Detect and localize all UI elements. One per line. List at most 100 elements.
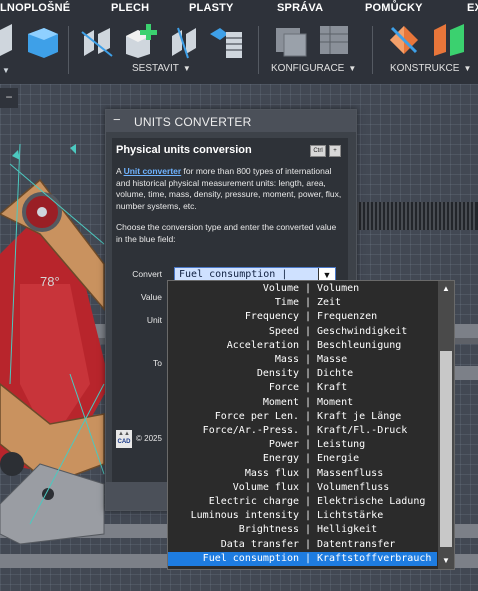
dropdown-option[interactable]: Mass | Masse	[168, 353, 437, 367]
option-german-label: Lichtstärke	[317, 510, 384, 522]
dropdown-option[interactable]: Speed | Geschwindigkeit	[168, 325, 437, 339]
choose-instructions: Choose the conversion type and enter the…	[116, 222, 337, 244]
option-english-label: Mass flux	[244, 467, 299, 479]
dropdown-option[interactable]: Fuel consumption | Kraftstoffverbrauch	[168, 551, 437, 566]
option-german-label: Geschwindigkeit	[317, 325, 408, 337]
option-german-label: Elektrische Ladung	[317, 496, 426, 507]
plus-key-button[interactable]: +	[329, 145, 341, 157]
group-konstrukce[interactable]: KONSTRUKCE ▼	[390, 63, 471, 74]
tab-lnoplosne[interactable]: LNOPLOŠNÉ	[0, 2, 70, 14]
option-english-label: Force/Ar.-Press.	[202, 425, 299, 436]
dropdown-option[interactable]: Luminous intensity | Lichtstärke	[168, 509, 437, 523]
option-english-label: Force	[268, 382, 299, 394]
configuration-table-icon[interactable]	[318, 24, 352, 58]
scrollbar-thumb[interactable]	[440, 351, 452, 547]
to-label: To	[153, 358, 162, 368]
ribbon-divider	[68, 26, 69, 74]
configuration-icon[interactable]	[274, 24, 308, 58]
option-separator: |	[305, 439, 312, 451]
dropdown-option[interactable]: Force per Len. | Kraft je Länge	[168, 410, 437, 424]
option-english-label: Data transfer	[220, 538, 299, 550]
option-german-label: Frequenzen	[317, 311, 378, 323]
insert-component-icon[interactable]	[124, 22, 160, 58]
minimize-icon[interactable]: −	[113, 112, 121, 127]
dropdown-option[interactable]: Mass flux | Massenfluss	[168, 467, 437, 481]
conversion-type-dropdown: Volume | Volumen Time | Zeit Frequency | Frequen…	[167, 280, 455, 570]
tab-plasty[interactable]: PLASTY	[189, 2, 234, 14]
ribbon-toolbar: LNOPLOŠNÉ PLECH PLASTY SPRÁVA POMŮCKY EX…	[0, 0, 478, 84]
option-separator: |	[305, 283, 312, 294]
assembly-hinge-icon[interactable]	[80, 26, 116, 60]
dropdown-option[interactable]: Data transfer | Datentransfer	[168, 538, 437, 552]
construction-icon[interactable]	[386, 22, 422, 58]
dropdown-option[interactable]: Energy | Energie	[168, 452, 437, 466]
scroll-down-icon[interactable]: ▼	[438, 553, 454, 569]
caret-down-icon[interactable]: ▼	[2, 66, 10, 75]
option-separator: |	[305, 425, 312, 436]
convert-label: Convert	[132, 269, 162, 279]
option-english-label: Electric charge	[208, 496, 299, 507]
option-separator: |	[305, 354, 312, 365]
option-separator: |	[305, 552, 312, 564]
unit-converter-link[interactable]: Unit converter	[124, 166, 182, 176]
angle-label: 78°	[40, 274, 60, 289]
dropdown-option[interactable]: Volume | Volumen	[168, 282, 437, 296]
panel-heading: Physical units conversion	[116, 144, 252, 156]
option-english-label: Acceleration	[226, 339, 299, 351]
option-separator: |	[305, 538, 312, 550]
option-german-label: Massenfluss	[317, 467, 384, 479]
option-english-label: Volume flux	[232, 481, 299, 493]
ribbon-tabs: LNOPLOŠNÉ PLECH PLASTY SPRÁVA POMŮCKY EX	[0, 0, 478, 18]
dropdown-option[interactable]: Time | Zeit	[168, 296, 437, 310]
dropdown-option[interactable]: Density | Dichte	[168, 367, 437, 381]
option-german-label: Volumenfluss	[317, 481, 390, 493]
dropdown-option[interactable]: Force | Kraft	[168, 381, 437, 395]
dropdown-scrollbar[interactable]: ▲ ▼	[438, 281, 454, 569]
option-german-label: Leistung	[317, 439, 366, 451]
tab-pomucky[interactable]: POMŮCKY	[365, 2, 423, 14]
option-german-label: Datentransfer	[317, 538, 396, 550]
option-separator: |	[305, 396, 312, 408]
scroll-up-icon[interactable]: ▲	[438, 281, 454, 297]
group-sestavit[interactable]: SESTAVIT ▼	[132, 63, 191, 74]
option-separator: |	[305, 297, 312, 309]
part-cube-icon[interactable]	[0, 24, 62, 60]
option-german-label: Kraft je Länge	[317, 410, 402, 422]
value-label: Value	[140, 292, 162, 302]
option-separator: |	[305, 325, 312, 337]
tab-sprava[interactable]: SPRÁVA	[277, 2, 323, 14]
option-separator: |	[305, 410, 312, 422]
copyright-text: © 2025	[136, 434, 162, 443]
group-konfigurace[interactable]: KONFIGURACE ▼	[271, 63, 356, 74]
option-english-label: Mass	[274, 354, 299, 365]
option-english-label: Density	[256, 368, 299, 380]
option-separator: |	[305, 510, 312, 522]
option-separator: |	[305, 339, 312, 351]
dropdown-option[interactable]: Brightness | Helligkeit	[168, 523, 437, 537]
dropdown-option[interactable]: Electric charge | Elektrische Ladung	[168, 495, 437, 509]
option-german-label: Moment	[317, 396, 354, 408]
option-english-label: Brightness	[238, 524, 299, 536]
construction-parts-icon[interactable]	[432, 22, 468, 58]
dropdown-option[interactable]: Force/Ar.-Press. | Kraft/Fl.-Druck	[168, 424, 437, 438]
unit-label: Unit	[146, 315, 162, 325]
dropdown-option[interactable]: Power | Leistung	[168, 438, 437, 452]
dropdown-option[interactable]: Acceleration | Beschleunigung	[168, 339, 437, 353]
panel-collapse-button[interactable]: −	[0, 88, 18, 108]
mate-icon[interactable]	[168, 26, 200, 60]
option-english-label: Energy	[262, 453, 299, 465]
option-german-label: Kraftstoffverbrauch	[317, 552, 432, 564]
dropdown-option[interactable]: Moment | Moment	[168, 396, 437, 410]
bom-table-icon[interactable]	[208, 24, 244, 60]
option-german-label: Kraft/Fl.-Druck	[317, 425, 408, 436]
panel-title-bar[interactable]: − UNITS CONVERTER	[106, 110, 356, 132]
option-english-label: Power	[268, 439, 299, 451]
option-english-label: Speed	[268, 325, 299, 337]
tab-plech[interactable]: PLECH	[111, 2, 149, 14]
ctrl-key-button[interactable]: Ctrl	[310, 145, 326, 157]
option-separator: |	[305, 496, 312, 507]
dropdown-option[interactable]: Volume flux | Volumenfluss	[168, 481, 437, 495]
tab-ex[interactable]: EX	[467, 2, 478, 14]
cad-logo-icon: ▲▲ CAD	[116, 430, 132, 448]
dropdown-option[interactable]: Frequency | Frequenzen	[168, 310, 437, 324]
